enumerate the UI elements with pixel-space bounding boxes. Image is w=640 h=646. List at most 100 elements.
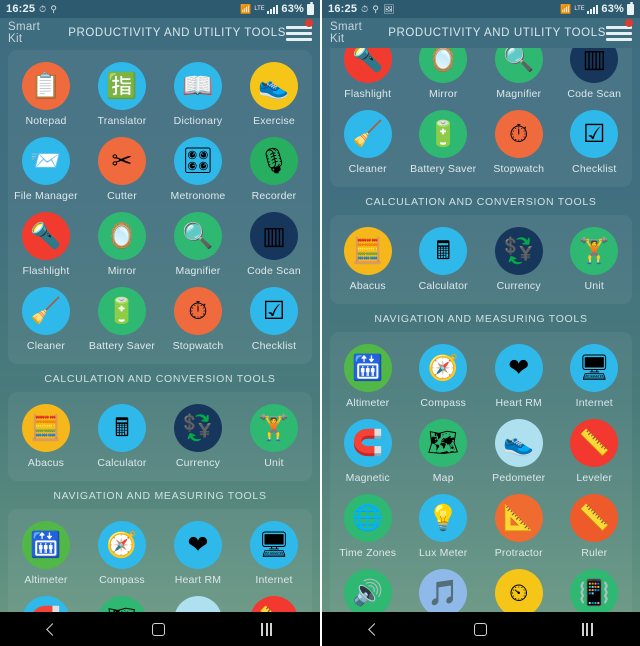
tool-tile-metronome[interactable]: 🎛 Metronome [160, 133, 236, 208]
internet-icon[interactable]: 🖥 [570, 344, 619, 392]
tool-tile-currency[interactable]: 💱 Currency [481, 223, 557, 298]
mirror-icon[interactable]: 🪞 [419, 48, 468, 83]
calculator-icon[interactable]: 🖩 [98, 404, 146, 452]
tool-tile-battery-saver[interactable]: 🔋 Battery Saver [406, 106, 482, 181]
scroll-content[interactable]: 📋Notepad🈯Translator📖Dictionary👟Exercise 📨… [0, 48, 320, 612]
tool-tile-exercise[interactable]: 👟 Exercise [236, 58, 312, 133]
leveler-icon[interactable]: 📏 [570, 419, 619, 467]
tool-tile-magnetic[interactable]: 🧲Magnetic [330, 415, 406, 490]
tool-tile-lux-meter[interactable]: 💡 Lux Meter [406, 490, 482, 565]
time-zones-icon[interactable]: 🌐 [343, 494, 392, 542]
calculator-icon[interactable]: 🖩 [419, 227, 468, 275]
magnifier-icon[interactable]: 🔍 [174, 212, 222, 260]
tool-tile-stopwatch[interactable]: ⏱ Stopwatch [481, 106, 557, 181]
tool-tile-stopwatch[interactable]: ⏱ Stopwatch [160, 283, 236, 358]
currency-icon[interactable]: 💱 [494, 227, 543, 275]
tool-tile-heart-rm[interactable]: ❤ Heart RM [481, 340, 557, 415]
stopwatch-icon[interactable]: ⏱ [174, 287, 222, 335]
tool-tile-translator[interactable]: 🈯 Translator [84, 58, 160, 133]
tool-tile-magnifier[interactable]: 🔍 Magnifier [160, 208, 236, 283]
metronome-icon[interactable]: 🎛 [174, 137, 222, 185]
tool-tile-map[interactable]: 🗺Map [406, 415, 482, 490]
tool-tile-internet[interactable]: 🖥 Internet [236, 517, 312, 592]
ruler-icon[interactable]: 📏 [570, 494, 619, 542]
scroll-content[interactable]: 📋Notepad🈯Translator📖Dictionary👟Exercise📨… [322, 48, 640, 612]
notepad-icon[interactable]: 📋 [22, 62, 70, 110]
abacus-icon[interactable]: 🧮 [22, 404, 70, 452]
recents-icon[interactable] [581, 622, 593, 636]
tool-tile-recorder[interactable]: 🎙 Recorder [236, 133, 312, 208]
back-icon[interactable] [45, 622, 59, 636]
magnetic-icon[interactable]: 🧲 [22, 596, 70, 612]
checklist-icon[interactable]: ☑ [250, 287, 298, 335]
mirror-icon[interactable]: 🪞 [98, 212, 146, 260]
unit-icon[interactable]: 🏋 [570, 227, 619, 275]
tool-tile-unit[interactable]: 🏋 Unit [557, 223, 633, 298]
tool-tile-calculator[interactable]: 🖩 Calculator [84, 400, 160, 475]
protractor-icon[interactable]: 📐 [494, 494, 543, 542]
tool-tile-vibrometer[interactable]: 📳Vibrometer [557, 565, 633, 612]
translator-icon[interactable]: 🈯 [98, 62, 146, 110]
altimeter-icon[interactable]: 🛗 [343, 344, 392, 392]
dictionary-icon[interactable]: 📖 [174, 62, 222, 110]
tool-tile-magnetic[interactable]: 🧲Magnetic [8, 592, 84, 612]
tool-tile-dictionary[interactable]: 📖 Dictionary [160, 58, 236, 133]
tool-tile-protractor[interactable]: 📐 Protractor [481, 490, 557, 565]
tool-tile-battery-saver[interactable]: 🔋 Battery Saver [84, 283, 160, 358]
home-icon[interactable] [152, 622, 166, 636]
tool-tile-leveler[interactable]: 📏 Leveler [557, 415, 633, 490]
flashlight-icon[interactable]: 🔦 [22, 212, 70, 260]
cleaner-icon[interactable]: 🧹 [22, 287, 70, 335]
magnetic-icon[interactable]: 🧲 [343, 419, 392, 467]
code-scan-icon[interactable]: ▥ [250, 212, 298, 260]
vibrometer-icon[interactable]: 📳 [570, 569, 619, 612]
pedometer-icon[interactable]: 👟 [494, 419, 543, 467]
heart-rate-icon[interactable]: ❤ [174, 521, 222, 569]
cleaner-icon[interactable]: 🧹 [343, 110, 392, 158]
recents-icon[interactable] [261, 622, 273, 636]
tool-tile-cutter[interactable]: ✂ Cutter [84, 133, 160, 208]
abacus-icon[interactable]: 🧮 [343, 227, 392, 275]
file-manager-icon[interactable]: 📨 [22, 137, 70, 185]
tool-tile-checklist[interactable]: ☑ Checklist [236, 283, 312, 358]
leveler-icon[interactable]: 📏 [250, 596, 298, 612]
magnifier-icon[interactable]: 🔍 [494, 48, 543, 83]
tool-tile-checklist[interactable]: ☑ Checklist [557, 106, 633, 181]
tuner-icon[interactable]: 🎵 [419, 569, 468, 612]
tool-tile-altimeter[interactable]: 🛗 Altimeter [8, 517, 84, 592]
tool-tile-code-scan[interactable]: ▥ Code Scan [236, 208, 312, 283]
tool-tile-flashlight[interactable]: 🔦 Flashlight [8, 208, 84, 283]
stopwatch-icon[interactable]: ⏱ [494, 110, 543, 158]
unit-icon[interactable]: 🏋 [250, 404, 298, 452]
tool-tile-map[interactable]: 🗺Map [84, 592, 160, 612]
compass-icon[interactable]: 🧭 [98, 521, 146, 569]
speedometer-icon[interactable]: ⏲ [494, 569, 543, 612]
tool-tile-pedometer[interactable]: 👟Pedometer [160, 592, 236, 612]
tool-tile-magnifier[interactable]: 🔍 Magnifier [481, 48, 557, 106]
hamburger-menu-icon[interactable] [286, 19, 313, 43]
tool-tile-ruler[interactable]: 📏 Ruler [557, 490, 633, 565]
battery-saver-icon[interactable]: 🔋 [98, 287, 146, 335]
tool-tile-compass[interactable]: 🧭 Compass [84, 517, 160, 592]
home-icon[interactable] [473, 622, 487, 636]
tool-tile-altimeter[interactable]: 🛗 Altimeter [330, 340, 406, 415]
cutter-icon[interactable]: ✂ [98, 137, 146, 185]
tool-tile-compass[interactable]: 🧭 Compass [406, 340, 482, 415]
map-icon[interactable]: 🗺 [419, 419, 468, 467]
tool-tile-pedometer[interactable]: 👟Pedometer [481, 415, 557, 490]
tool-tile-tuner[interactable]: 🎵Tuner [406, 565, 482, 612]
exercise-icon[interactable]: 👟 [250, 62, 298, 110]
tool-tile-unit[interactable]: 🏋 Unit [236, 400, 312, 475]
recorder-icon[interactable]: 🎙 [250, 137, 298, 185]
tool-tile-file-manager[interactable]: 📨 File Manager [8, 133, 84, 208]
tool-tile-time-zones[interactable]: 🌐 Time Zones [330, 490, 406, 565]
tool-tile-notepad[interactable]: 📋 Notepad [8, 58, 84, 133]
battery-saver-icon[interactable]: 🔋 [419, 110, 468, 158]
tool-tile-speedometer[interactable]: ⏲Speedometer [481, 565, 557, 612]
tool-tile-cleaner[interactable]: 🧹 Cleaner [330, 106, 406, 181]
tool-tile-sound-meter[interactable]: 🔊Sound Meter [330, 565, 406, 612]
tool-tile-currency[interactable]: 💱 Currency [160, 400, 236, 475]
tool-tile-heart-rm[interactable]: ❤ Heart RM [160, 517, 236, 592]
altimeter-icon[interactable]: 🛗 [22, 521, 70, 569]
tool-tile-calculator[interactable]: 🖩 Calculator [406, 223, 482, 298]
